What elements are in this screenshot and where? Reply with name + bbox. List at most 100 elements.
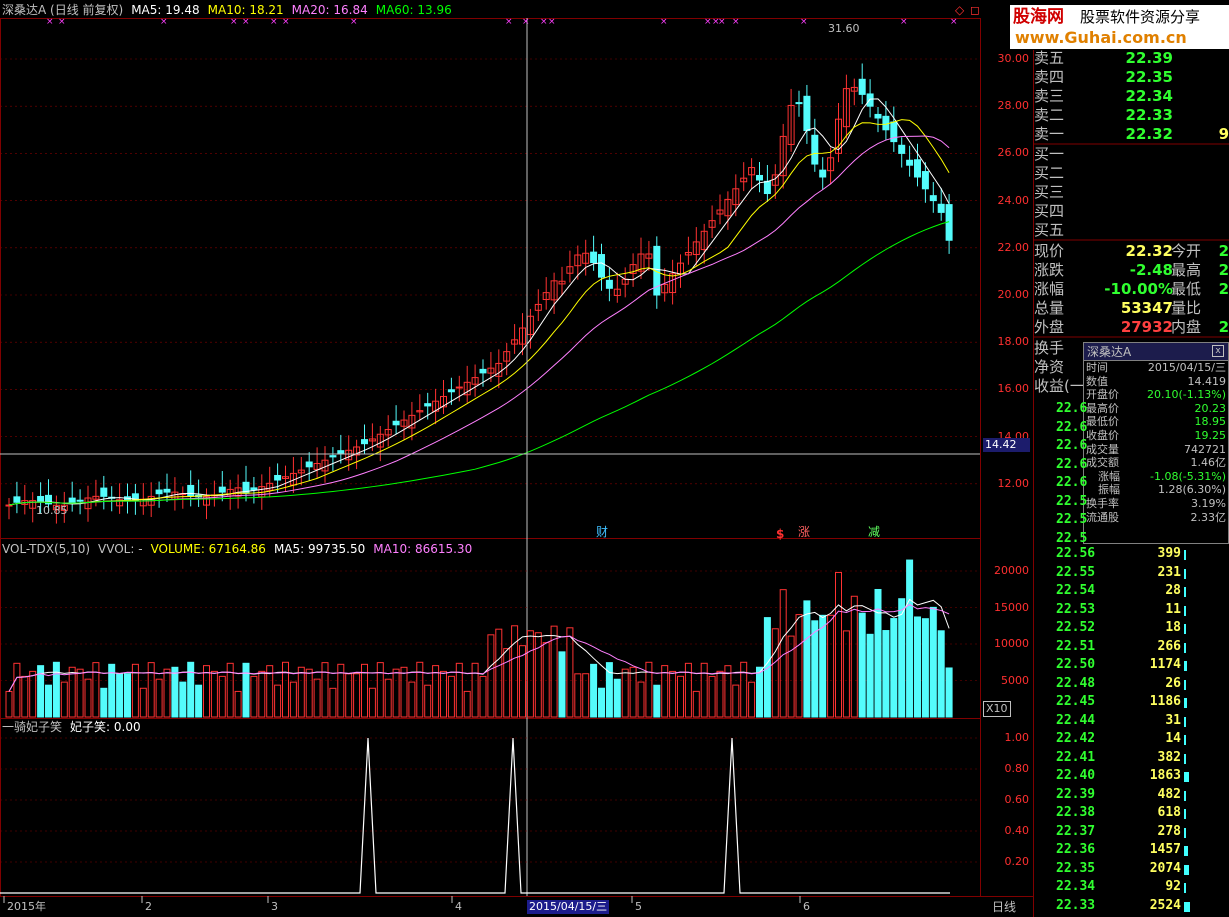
event-marker-dollar[interactable]: $ <box>776 527 784 541</box>
orderbook-quantity: 231 <box>1157 564 1181 580</box>
tooltip-key: 成交量 <box>1086 442 1119 456</box>
orderbook-row[interactable]: 22.45 1186 <box>1052 693 1229 712</box>
bid-row[interactable]: 买一 <box>1033 145 1229 164</box>
candle-down <box>479 368 487 374</box>
candle-down <box>914 159 921 178</box>
orderbook-row[interactable]: 22.48 26 <box>1052 675 1229 694</box>
ask-row[interactable]: 卖四 22.35 <box>1033 68 1229 87</box>
orderbook-quantity: 2074 <box>1149 860 1181 876</box>
orderbook-row[interactable]: 22.40 1863 <box>1052 767 1229 786</box>
candle-down <box>424 403 432 407</box>
candle-down <box>37 495 45 503</box>
event-x-mark: × <box>800 17 808 27</box>
stat-row[interactable]: 外盘 27932 内盘 2 <box>1033 318 1229 337</box>
tooltip-title: 深桑达A <box>1087 345 1132 359</box>
close-tooltip-icon[interactable]: x <box>1212 345 1224 357</box>
candle-down <box>929 195 937 202</box>
orderbook-row[interactable]: 22.56 399 <box>1052 545 1229 564</box>
vvol-value: VVOL: - <box>98 542 143 556</box>
tooltip-key: 开盘价 <box>1086 388 1119 402</box>
orderbook-row[interactable]: 22.34 92 <box>1052 878 1229 897</box>
volume-bar-up <box>684 662 692 718</box>
volume-bar-down <box>898 598 906 718</box>
ask-row[interactable]: 卖一 22.32 9 <box>1033 125 1229 144</box>
orderbook-bar <box>1184 587 1186 597</box>
volume-bar-up <box>84 678 92 718</box>
volume-bar-up <box>716 670 724 718</box>
volume-bar-up <box>471 662 479 718</box>
event-marker-reduce[interactable]: 减 <box>868 525 880 539</box>
ask-row[interactable]: 卖五 22.39 <box>1033 49 1229 68</box>
orderbook-row[interactable]: 22.37 278 <box>1052 823 1229 842</box>
orderbook-bar <box>1184 550 1186 560</box>
tooltip-value: 20.10(-1.13%) <box>1147 388 1226 402</box>
stat-row[interactable]: 涨跌 -2.48 最高 2 <box>1033 261 1229 280</box>
orderbook-bar <box>1184 624 1186 634</box>
price-tick: 22.00 <box>997 240 1030 254</box>
diamond-icon[interactable]: ◇ <box>955 3 964 17</box>
volume-bar-down <box>866 633 874 718</box>
date-tick: 2015年 <box>7 900 46 913</box>
tooltip-key: 最低价 <box>1086 415 1119 429</box>
indicator-tick: 1.00 <box>1004 731 1030 744</box>
volume-bar-up <box>408 681 416 718</box>
orderbook-row[interactable]: 22.38 618 <box>1052 804 1229 823</box>
period-label[interactable]: 日线 <box>992 900 1016 914</box>
stat-value-2: 2 <box>1218 280 1229 298</box>
candle-down <box>155 489 163 495</box>
orderbook-row[interactable]: 22.41 382 <box>1052 749 1229 768</box>
volume-bar-up <box>692 690 700 718</box>
orderbook-quantity: 18 <box>1165 620 1181 635</box>
bid-row[interactable]: 买三 <box>1033 183 1229 202</box>
bid-row[interactable]: 买五 <box>1033 221 1229 240</box>
stat-label-2: 内盘 <box>1171 318 1202 336</box>
stat-row[interactable]: 现价 22.32 今开 2 <box>1033 242 1229 261</box>
stat-row[interactable]: 总量 53347 量比 <box>1033 299 1229 318</box>
orderbook-row[interactable]: 22.35 2074 <box>1052 860 1229 879</box>
trade-row: 22.6 <box>1052 437 1087 456</box>
orderbook-row[interactable]: 22.33 2524 <box>1052 897 1229 916</box>
ask-price: 22.39 <box>1125 49 1173 67</box>
orderbook-bar <box>1184 568 1186 579</box>
date-tick: 6 <box>803 900 810 913</box>
orderbook-row[interactable]: 22.42 14 <box>1052 730 1229 749</box>
volume-bar-up <box>708 675 716 718</box>
event-marker-rise[interactable]: 涨 <box>798 525 810 539</box>
orderbook-row[interactable]: 22.53 11 <box>1052 601 1229 620</box>
volume-bar-up <box>392 668 400 718</box>
stat-label-2: 最高 <box>1171 261 1202 279</box>
date-tick: 5 <box>635 900 642 913</box>
bid-row[interactable]: 买二 <box>1033 164 1229 183</box>
volume-bar-up <box>289 681 297 718</box>
orderbook-bar <box>1184 679 1186 690</box>
orderbook-row[interactable]: 22.55 231 <box>1052 564 1229 583</box>
close-chart-icon[interactable]: ◻ <box>970 3 980 17</box>
ask-row[interactable]: 卖三 22.34 <box>1033 87 1229 106</box>
volume-bar-up <box>629 666 637 718</box>
price-tick: 20.00 <box>997 288 1030 301</box>
volume-value: VOLUME: 67164.86 <box>150 542 266 556</box>
orderbook-price: 22.36 <box>1056 842 1096 857</box>
trade-price: 22.5 <box>1056 493 1088 509</box>
orderbook-row[interactable]: 22.44 31 <box>1052 712 1229 731</box>
candle-down <box>392 420 400 426</box>
orderbook-row[interactable]: 22.52 18 <box>1052 619 1229 638</box>
ask-row[interactable]: 卖二 22.33 <box>1033 106 1229 125</box>
orderbook-row[interactable]: 22.54 28 <box>1052 582 1229 601</box>
orderbook-row[interactable]: 22.50 1174 <box>1052 656 1229 675</box>
low-price-label: 10.85 <box>36 504 68 517</box>
orderbook-row[interactable]: 22.51 266 <box>1052 638 1229 657</box>
ask-price: 22.32 <box>1125 125 1173 143</box>
bid-row[interactable]: 买四 <box>1033 202 1229 221</box>
volume-bar-up <box>282 661 289 718</box>
event-x-mark: × <box>160 17 168 27</box>
orderbook-row[interactable]: 22.39 482 <box>1052 786 1229 805</box>
stat-row[interactable]: 涨幅 -10.00% 最低 2 <box>1033 280 1229 299</box>
price-tick: 12.00 <box>997 476 1030 490</box>
volume-bar-down <box>653 684 661 718</box>
orderbook-price: 22.52 <box>1056 620 1096 635</box>
event-marker-finance[interactable]: 财 <box>596 525 608 539</box>
orderbook-row[interactable]: 22.36 1457 <box>1052 841 1229 860</box>
event-x-mark: × <box>505 17 513 27</box>
orderbook-price: 22.50 <box>1056 657 1096 672</box>
